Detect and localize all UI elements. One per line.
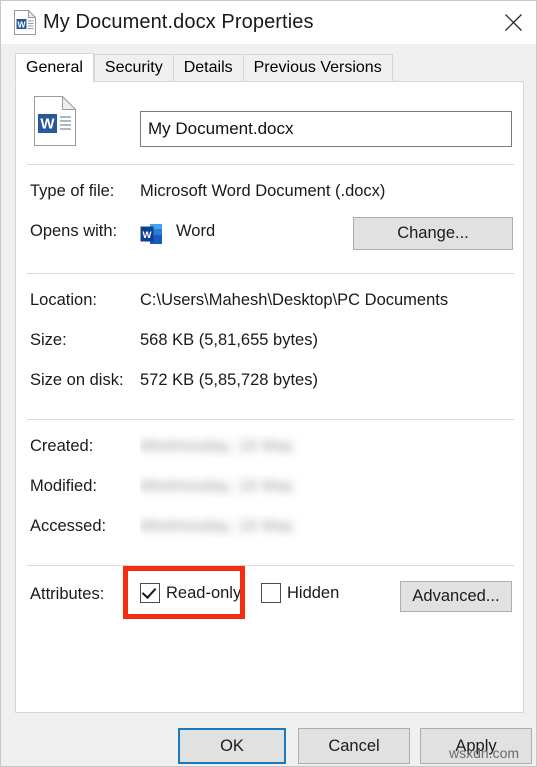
- row-opens-with: Opens with: W Word Change...: [16, 217, 523, 250]
- row-created: Created: Wednesday, 18 May: [16, 437, 523, 465]
- close-icon[interactable]: [488, 1, 536, 44]
- divider-2: [27, 273, 514, 274]
- title-bar: W My Document.docx Properties: [1, 1, 536, 44]
- row-size: Size: 568 KB (5,81,655 bytes): [16, 331, 523, 359]
- size-on-disk-value: 572 KB (5,85,728 bytes): [140, 371, 318, 389]
- word-app-icon: W: [140, 223, 163, 245]
- tab-previous-versions[interactable]: Previous Versions: [242, 54, 393, 82]
- tab-security[interactable]: Security: [93, 54, 173, 82]
- checkbox-unchecked-icon: [261, 583, 281, 603]
- row-attributes: Attributes: Read-only Hidden Advanced...: [16, 566, 523, 619]
- divider-1: [27, 164, 514, 165]
- type-of-file-label: Type of file:: [30, 182, 115, 200]
- attributes-label: Attributes:: [30, 585, 105, 603]
- row-size-on-disk: Size on disk: 572 KB (5,85,728 bytes): [16, 371, 523, 399]
- size-value: 568 KB (5,81,655 bytes): [140, 331, 318, 349]
- general-tab-panel: W Type of file: Microsoft Word Document …: [15, 81, 524, 713]
- created-value-redacted: Wednesday, 18 May: [140, 433, 336, 459]
- modified-value: Wednesday, 18 May: [140, 477, 294, 495]
- checkbox-checked-icon: [140, 583, 160, 603]
- opens-with-app-name: Word: [176, 222, 216, 240]
- word-document-icon: W: [14, 9, 37, 35]
- change-button[interactable]: Change...: [353, 217, 513, 250]
- readonly-checkbox[interactable]: Read-only: [140, 583, 241, 603]
- created-value: Wednesday, 18 May: [140, 437, 294, 455]
- tab-previous-versions-label: Previous Versions: [253, 59, 382, 76]
- hidden-checkbox[interactable]: Hidden: [261, 583, 339, 603]
- divider-3: [27, 419, 514, 420]
- svg-text:W: W: [40, 116, 55, 133]
- watermark: wsxdn.com: [449, 745, 520, 761]
- row-type-of-file: Type of file: Microsoft Word Document (.…: [16, 182, 523, 210]
- tab-security-label: Security: [104, 59, 163, 76]
- cancel-button-label: Cancel: [328, 736, 380, 755]
- change-button-label: Change...: [397, 224, 469, 242]
- properties-dialog: W My Document.docx Properties General Se…: [0, 0, 537, 767]
- type-of-file-value: Microsoft Word Document (.docx): [140, 182, 386, 200]
- window-title: My Document.docx Properties: [43, 11, 314, 33]
- size-on-disk-label: Size on disk:: [30, 371, 124, 389]
- tab-general[interactable]: General: [15, 53, 94, 83]
- word-document-icon: W: [34, 95, 77, 146]
- tab-details-label: Details: [183, 59, 233, 76]
- modified-label: Modified:: [30, 477, 97, 495]
- tab-general-label: General: [26, 59, 83, 76]
- svg-text:W: W: [143, 230, 152, 241]
- location-label: Location:: [30, 291, 97, 309]
- hidden-label: Hidden: [287, 583, 340, 602]
- size-label: Size:: [30, 331, 67, 349]
- tab-details[interactable]: Details: [172, 54, 243, 82]
- svg-text:W: W: [17, 19, 26, 29]
- row-accessed: Accessed: Wednesday, 18 May: [16, 517, 523, 545]
- accessed-value: Wednesday, 18 May: [140, 517, 294, 535]
- ok-button-label: OK: [220, 736, 244, 755]
- cancel-button[interactable]: Cancel: [298, 728, 410, 764]
- advanced-button-label: Advanced...: [412, 587, 500, 605]
- row-modified: Modified: Wednesday, 18 May: [16, 477, 523, 505]
- modified-value-redacted: Wednesday, 18 May: [140, 473, 336, 499]
- tab-strip: General Security Details Previous Versio…: [1, 44, 536, 83]
- readonly-label: Read-only: [166, 583, 242, 602]
- ok-button[interactable]: OK: [178, 728, 286, 764]
- divider-4: [27, 565, 514, 566]
- accessed-value-redacted: Wednesday, 18 May: [140, 513, 336, 539]
- location-value: C:\Users\Mahesh\Desktop\PC Documents: [140, 291, 449, 309]
- accessed-label: Accessed:: [30, 517, 107, 535]
- advanced-button[interactable]: Advanced...: [400, 581, 512, 612]
- row-location: Location: C:\Users\Mahesh\Desktop\PC Doc…: [16, 291, 523, 319]
- file-header: W: [16, 82, 523, 164]
- opens-with-label: Opens with:: [30, 222, 118, 240]
- created-label: Created:: [30, 437, 94, 455]
- filename-input[interactable]: [140, 111, 512, 147]
